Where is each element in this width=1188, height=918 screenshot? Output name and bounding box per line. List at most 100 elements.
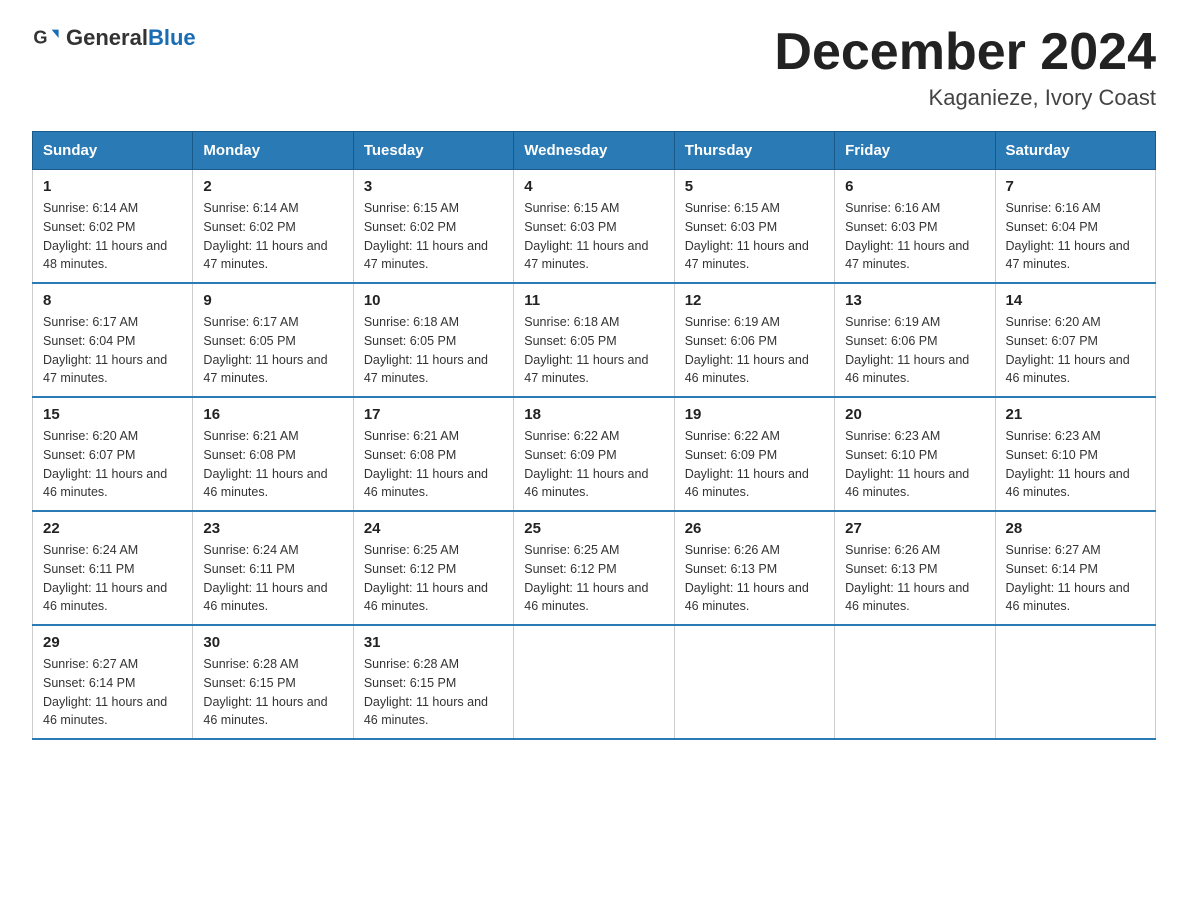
day-number: 7 [1006,178,1145,195]
day-number: 22 [43,520,182,537]
day-info: Sunrise: 6:14 AMSunset: 6:02 PMDaylight:… [203,199,342,274]
day-info: Sunrise: 6:26 AMSunset: 6:13 PMDaylight:… [845,541,984,616]
day-number: 27 [845,520,984,537]
calendar-week-row: 22 Sunrise: 6:24 AMSunset: 6:11 PMDayligh… [33,511,1156,625]
calendar-cell: 16 Sunrise: 6:21 AMSunset: 6:08 PMDayligh… [193,397,353,511]
calendar-table: SundayMondayTuesdayWednesdayThursdayFrid… [32,131,1156,740]
day-number: 1 [43,178,182,195]
calendar-cell: 4Sunrise: 6:15 AMSunset: 6:03 PMDaylight… [514,170,674,284]
day-number: 15 [43,406,182,423]
day-info: Sunrise: 6:22 AMSunset: 6:09 PMDaylight:… [685,427,824,502]
day-info: Sunrise: 6:23 AMSunset: 6:10 PMDaylight:… [1006,427,1145,502]
calendar-cell: 17Sunrise: 6:21 AMSunset: 6:08 PMDayligh… [353,397,513,511]
day-info: Sunrise: 6:15 AMSunset: 6:03 PMDaylight:… [524,199,663,274]
calendar-header-row: SundayMondayTuesdayWednesdayThursdayFrid… [33,132,1156,170]
day-header-thursday: Thursday [674,132,834,170]
calendar-cell: 19 Sunrise: 6:22 AMSunset: 6:09 PMDayligh… [674,397,834,511]
day-number: 28 [1006,520,1145,537]
day-info: Sunrise: 6:25 AMSunset: 6:12 PMDaylight:… [524,541,663,616]
day-header-saturday: Saturday [995,132,1155,170]
calendar-cell: 22 Sunrise: 6:24 AMSunset: 6:11 PMDayligh… [33,511,193,625]
calendar-cell: 12 Sunrise: 6:19 AMSunset: 6:06 PMDayligh… [674,283,834,397]
calendar-cell: 18 Sunrise: 6:22 AMSunset: 6:09 PMDayligh… [514,397,674,511]
calendar-cell: 8 Sunrise: 6:17 AMSunset: 6:04 PMDaylight… [33,283,193,397]
day-header-tuesday: Tuesday [353,132,513,170]
day-header-sunday: Sunday [33,132,193,170]
calendar-cell: 9Sunrise: 6:17 AMSunset: 6:05 PMDaylight… [193,283,353,397]
day-info: Sunrise: 6:17 AMSunset: 6:04 PMDaylight:… [43,313,182,388]
calendar-cell: 21 Sunrise: 6:23 AMSunset: 6:10 PMDayligh… [995,397,1155,511]
day-info: Sunrise: 6:19 AMSunset: 6:06 PMDaylight:… [685,313,824,388]
day-header-wednesday: Wednesday [514,132,674,170]
title-area: December 2024 Kaganieze, Ivory Coast [774,24,1156,111]
day-number: 16 [203,406,342,423]
calendar-cell: 23 Sunrise: 6:24 AMSunset: 6:11 PMDayligh… [193,511,353,625]
calendar-cell [995,625,1155,739]
day-info: Sunrise: 6:22 AMSunset: 6:09 PMDaylight:… [524,427,663,502]
calendar-cell: 15 Sunrise: 6:20 AMSunset: 6:07 PMDayligh… [33,397,193,511]
calendar-cell: 2 Sunrise: 6:14 AMSunset: 6:02 PMDaylight… [193,170,353,284]
day-info: Sunrise: 6:21 AMSunset: 6:08 PMDaylight:… [203,427,342,502]
day-number: 11 [524,292,663,309]
day-number: 13 [845,292,984,309]
day-number: 3 [364,178,503,195]
day-number: 29 [43,634,182,651]
day-info: Sunrise: 6:16 AMSunset: 6:04 PMDaylight:… [1006,199,1145,274]
calendar-cell: 10 Sunrise: 6:18 AMSunset: 6:05 PMDayligh… [353,283,513,397]
day-info: Sunrise: 6:28 AMSunset: 6:15 PMDaylight:… [364,655,503,730]
calendar-cell: 30Sunrise: 6:28 AMSunset: 6:15 PMDayligh… [193,625,353,739]
day-number: 14 [1006,292,1145,309]
day-number: 18 [524,406,663,423]
day-number: 24 [364,520,503,537]
location-title: Kaganieze, Ivory Coast [774,85,1156,111]
day-info: Sunrise: 6:15 AMSunset: 6:03 PMDaylight:… [685,199,824,274]
logo-icon: G [32,24,60,52]
day-info: Sunrise: 6:19 AMSunset: 6:06 PMDaylight:… [845,313,984,388]
day-info: Sunrise: 6:24 AMSunset: 6:11 PMDaylight:… [43,541,182,616]
calendar-cell: 31Sunrise: 6:28 AMSunset: 6:15 PMDayligh… [353,625,513,739]
day-info: Sunrise: 6:24 AMSunset: 6:11 PMDaylight:… [203,541,342,616]
page-header: G GeneralBlue December 2024 Kaganieze, I… [32,24,1156,111]
calendar-cell: 7 Sunrise: 6:16 AMSunset: 6:04 PMDaylight… [995,170,1155,284]
calendar-cell [835,625,995,739]
day-info: Sunrise: 6:18 AMSunset: 6:05 PMDaylight:… [524,313,663,388]
calendar-cell: 26Sunrise: 6:26 AMSunset: 6:13 PMDayligh… [674,511,834,625]
calendar-cell [514,625,674,739]
calendar-cell: 27 Sunrise: 6:26 AMSunset: 6:13 PMDayligh… [835,511,995,625]
day-number: 12 [685,292,824,309]
calendar-week-row: 1 Sunrise: 6:14 AMSunset: 6:02 PMDaylight… [33,170,1156,284]
calendar-cell: 24Sunrise: 6:25 AMSunset: 6:12 PMDayligh… [353,511,513,625]
day-info: Sunrise: 6:18 AMSunset: 6:05 PMDaylight:… [364,313,503,388]
day-info: Sunrise: 6:26 AMSunset: 6:13 PMDaylight:… [685,541,824,616]
calendar-week-row: 29Sunrise: 6:27 AMSunset: 6:14 PMDayligh… [33,625,1156,739]
calendar-cell: 5 Sunrise: 6:15 AMSunset: 6:03 PMDaylight… [674,170,834,284]
calendar-cell: 14 Sunrise: 6:20 AMSunset: 6:07 PMDayligh… [995,283,1155,397]
calendar-cell: 20 Sunrise: 6:23 AMSunset: 6:10 PMDayligh… [835,397,995,511]
day-info: Sunrise: 6:23 AMSunset: 6:10 PMDaylight:… [845,427,984,502]
day-number: 5 [685,178,824,195]
day-info: Sunrise: 6:16 AMSunset: 6:03 PMDaylight:… [845,199,984,274]
day-number: 19 [685,406,824,423]
day-number: 20 [845,406,984,423]
calendar-week-row: 8 Sunrise: 6:17 AMSunset: 6:04 PMDaylight… [33,283,1156,397]
day-info: Sunrise: 6:20 AMSunset: 6:07 PMDaylight:… [43,427,182,502]
day-info: Sunrise: 6:20 AMSunset: 6:07 PMDaylight:… [1006,313,1145,388]
calendar-cell: 11 Sunrise: 6:18 AMSunset: 6:05 PMDayligh… [514,283,674,397]
svg-text:G: G [33,28,47,48]
day-number: 21 [1006,406,1145,423]
day-number: 10 [364,292,503,309]
day-info: Sunrise: 6:27 AMSunset: 6:14 PMDaylight:… [1006,541,1145,616]
day-info: Sunrise: 6:15 AMSunset: 6:02 PMDaylight:… [364,199,503,274]
day-number: 8 [43,292,182,309]
calendar-cell: 29Sunrise: 6:27 AMSunset: 6:14 PMDayligh… [33,625,193,739]
day-info: Sunrise: 6:17 AMSunset: 6:05 PMDaylight:… [203,313,342,388]
day-info: Sunrise: 6:21 AMSunset: 6:08 PMDaylight:… [364,427,503,502]
day-header-friday: Friday [835,132,995,170]
day-header-monday: Monday [193,132,353,170]
calendar-cell: 28 Sunrise: 6:27 AMSunset: 6:14 PMDayligh… [995,511,1155,625]
day-number: 2 [203,178,342,195]
day-number: 23 [203,520,342,537]
day-number: 30 [203,634,342,651]
logo: G GeneralBlue [32,24,196,52]
calendar-cell: 6Sunrise: 6:16 AMSunset: 6:03 PMDaylight… [835,170,995,284]
